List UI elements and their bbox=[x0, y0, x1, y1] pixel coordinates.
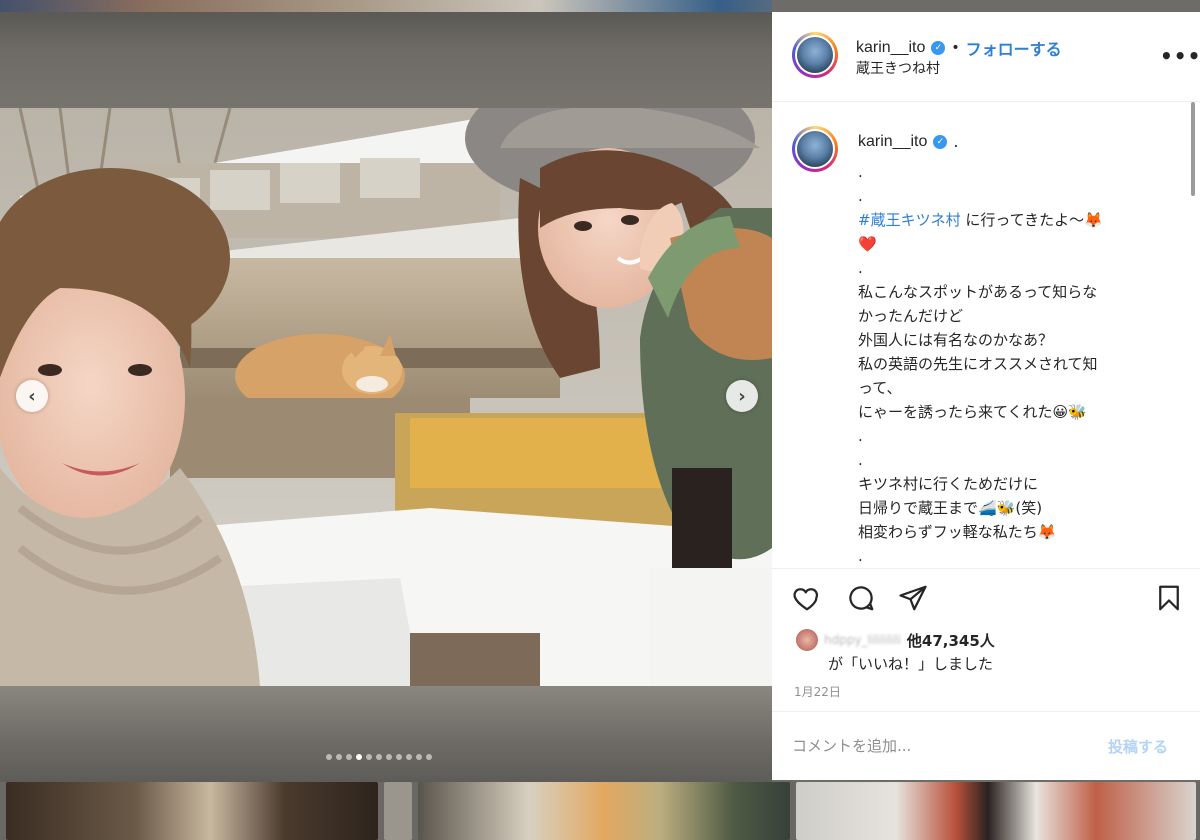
carousel-next-button[interactable]: › bbox=[726, 380, 758, 412]
caption-line: 外国人には有名なのかなあ？ bbox=[858, 331, 1054, 349]
avatar[interactable] bbox=[792, 32, 838, 78]
carousel-dot bbox=[326, 754, 332, 760]
carousel-dot bbox=[426, 754, 432, 760]
feed-thumbnail[interactable] bbox=[418, 782, 790, 840]
comment-input[interactable] bbox=[792, 732, 1092, 760]
caption-area: karin__ito ✓ . . . #蔵王キツネ村 に行ってきたよ〜🦊 ❤️ … bbox=[772, 102, 1200, 568]
caption-line: . bbox=[858, 187, 863, 205]
carousel-dot bbox=[356, 754, 362, 760]
chevron-left-icon: ‹ bbox=[28, 385, 36, 407]
send-icon bbox=[899, 585, 927, 611]
feed-thumbnail[interactable] bbox=[384, 782, 412, 840]
caption-line: . bbox=[858, 259, 863, 277]
caption-text: . . #蔵王キツネ村 に行ってきたよ〜🦊 ❤️ . 私こんなスポットがあるって… bbox=[858, 160, 1158, 568]
caption-line: . bbox=[858, 163, 863, 181]
caption-line-text: に行ってきたよ〜🦊 bbox=[965, 211, 1103, 229]
caption-line: . bbox=[858, 427, 863, 445]
avatar[interactable] bbox=[792, 126, 838, 172]
username-link[interactable]: karin__ito bbox=[856, 39, 925, 57]
heart-icon bbox=[793, 588, 819, 611]
caption-line: 日帰りで蔵王まで🚄🐝(笑) bbox=[858, 499, 1043, 517]
likes-count-link[interactable]: 他47,345人 bbox=[907, 630, 995, 651]
caption-username[interactable]: karin__ito bbox=[858, 133, 927, 151]
caption-line: 私こんなスポットがあるって知らな bbox=[858, 283, 1098, 301]
post-header: karin__ito ✓ • フォローする 蔵王きつね村 ••• bbox=[772, 12, 1200, 102]
location-link[interactable]: 蔵王きつね村 bbox=[856, 58, 940, 78]
post-detail-panel: karin__ito ✓ • フォローする 蔵王きつね村 ••• karin__… bbox=[772, 12, 1200, 780]
carousel-dot bbox=[396, 754, 402, 760]
post-date[interactable]: 1月22日 bbox=[794, 683, 841, 700]
carousel-dot bbox=[336, 754, 342, 760]
caption-line: #蔵王キツネ村 に行ってきたよ〜🦊 bbox=[858, 208, 1158, 232]
caption-line: . bbox=[858, 547, 863, 565]
carousel-prev-button[interactable]: ‹ bbox=[16, 380, 48, 412]
caption-line: って、 bbox=[858, 379, 902, 397]
liker-username[interactable]: hdppy_lilililili bbox=[824, 633, 901, 647]
carousel-indicator bbox=[326, 754, 432, 760]
likes-summary: hdppy_lilililili 他47,345人 bbox=[796, 629, 995, 651]
post-actions: hdppy_lilililili 他47,345人 が「いいね！」しました 1月… bbox=[772, 568, 1200, 778]
more-options-icon[interactable]: ••• bbox=[1160, 44, 1200, 68]
feed-thumbnail[interactable] bbox=[796, 782, 1196, 840]
verified-badge-icon: ✓ bbox=[931, 41, 946, 55]
backdrop-top bbox=[0, 12, 772, 108]
carousel-dot bbox=[416, 754, 422, 760]
follow-button[interactable]: フォローする bbox=[966, 36, 1062, 60]
photo-illustration bbox=[0, 108, 772, 686]
caption-line: 相変わらずフッ軽な私たち🦊 bbox=[858, 523, 1057, 541]
carousel-dot bbox=[346, 754, 352, 760]
chevron-right-icon: › bbox=[738, 385, 746, 407]
caption-head-suffix: . bbox=[953, 132, 959, 151]
caption-line: かったんだけど bbox=[858, 307, 964, 325]
caption-scrollbar[interactable] bbox=[1190, 102, 1196, 568]
comment-icon bbox=[849, 586, 874, 611]
comment-bar: 投稿する bbox=[772, 711, 1200, 779]
bookmark-icon bbox=[1159, 585, 1179, 611]
save-button[interactable] bbox=[1152, 581, 1186, 615]
carousel-dot bbox=[386, 754, 392, 760]
caption-line: にゃーを誘ったら来てくれた😀🐝 bbox=[858, 403, 1087, 421]
post-comment-button[interactable]: 投稿する bbox=[1108, 736, 1168, 757]
carousel-dot bbox=[376, 754, 382, 760]
comment-button[interactable] bbox=[844, 581, 878, 615]
hashtag-link[interactable]: #蔵王キツネ村 bbox=[858, 211, 961, 229]
separator: • bbox=[951, 40, 960, 56]
feed-thumbnail[interactable] bbox=[6, 782, 378, 840]
share-button[interactable] bbox=[896, 581, 930, 615]
caption-line: キツネ村に行くためだけに bbox=[858, 475, 1039, 493]
backdrop-bottom bbox=[0, 686, 772, 782]
caption-line: ❤️ bbox=[858, 235, 877, 253]
caption-line: . bbox=[858, 451, 863, 469]
carousel-dot bbox=[406, 754, 412, 760]
like-button[interactable] bbox=[790, 581, 824, 615]
likes-suffix: が「いいね！」しました bbox=[828, 655, 994, 673]
liker-avatar[interactable] bbox=[796, 629, 818, 651]
post-photo[interactable] bbox=[0, 108, 772, 686]
carousel-dot bbox=[366, 754, 372, 760]
verified-badge-icon: ✓ bbox=[933, 134, 948, 149]
caption-line: 私の英語の先生にオススメされて知 bbox=[858, 355, 1098, 373]
